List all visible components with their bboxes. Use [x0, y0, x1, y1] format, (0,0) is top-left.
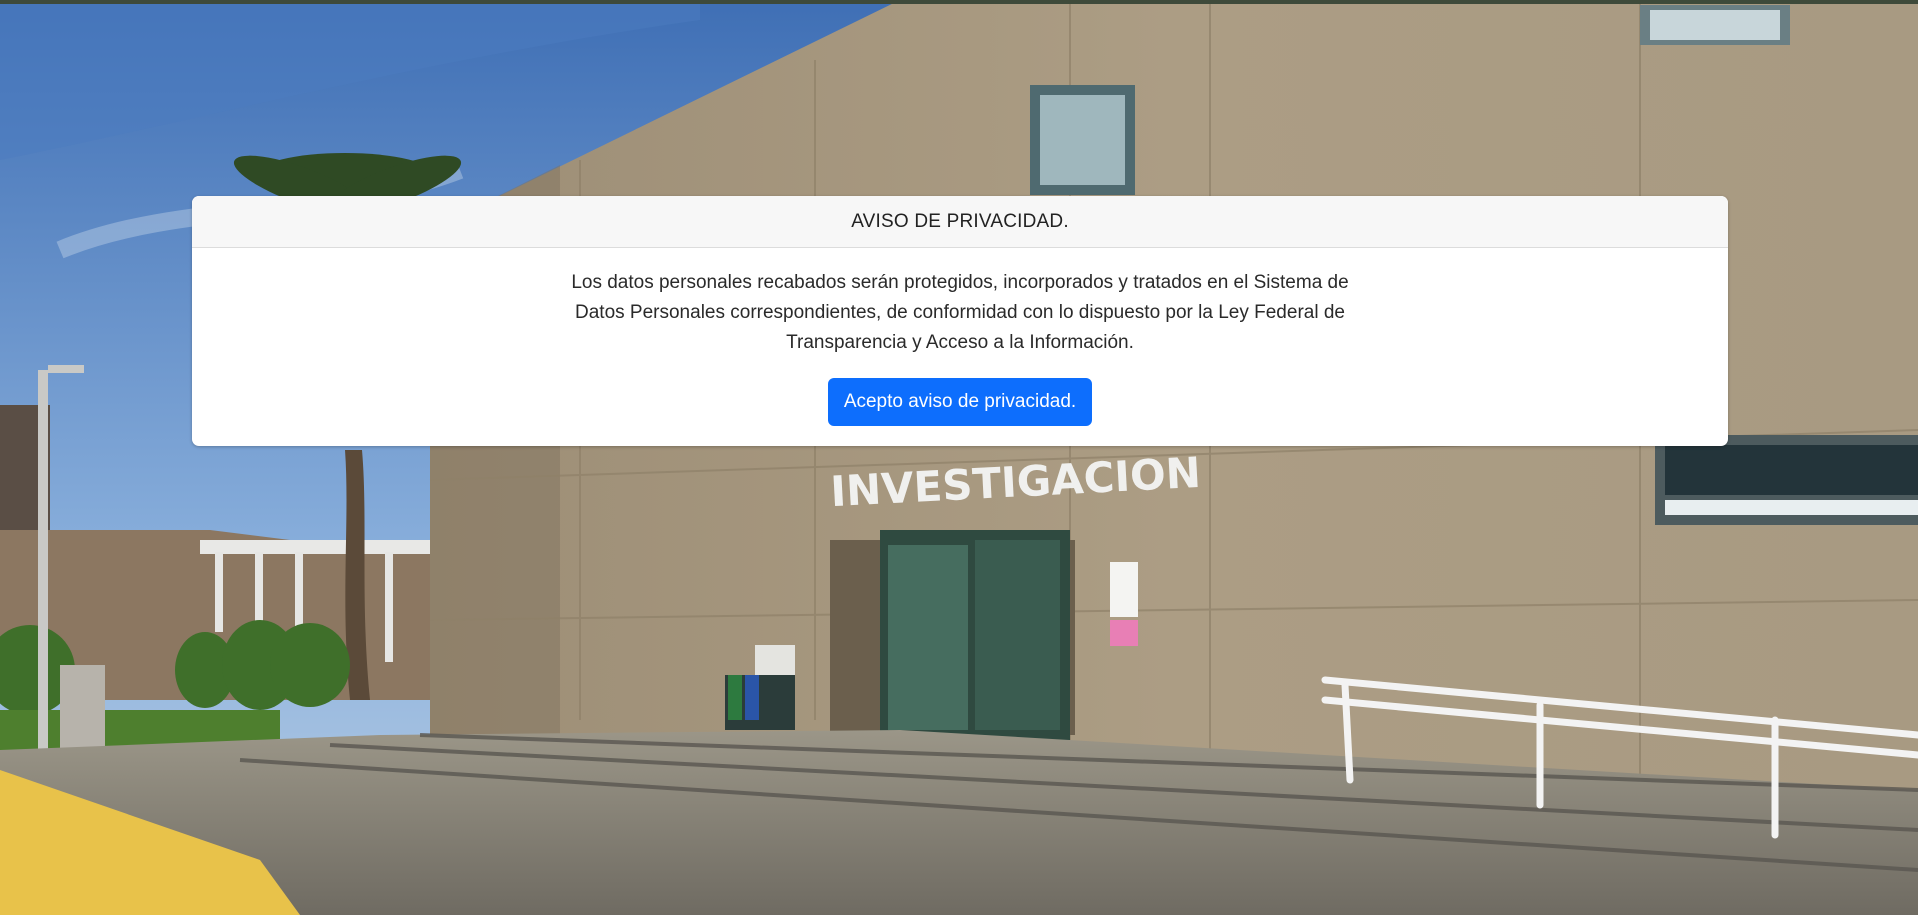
privacy-notice-dialog: AVISO DE PRIVACIDAD. Los datos personale…: [192, 196, 1728, 446]
accept-privacy-button[interactable]: Acepto aviso de privacidad.: [827, 378, 1093, 426]
privacy-notice-text: Los datos personales recabados serán pro…: [571, 272, 1349, 353]
background-photo: INVESTIGACION: [0, 0, 1918, 915]
top-bar: [0, 0, 1918, 4]
page: INVESTIGACION AVISO DE PRIVACIDAD. Los d…: [0, 0, 1918, 915]
privacy-notice-body: Los datos personales recabados serán pro…: [192, 248, 1728, 426]
privacy-notice-title: AVISO DE PRIVACIDAD.: [192, 196, 1728, 248]
